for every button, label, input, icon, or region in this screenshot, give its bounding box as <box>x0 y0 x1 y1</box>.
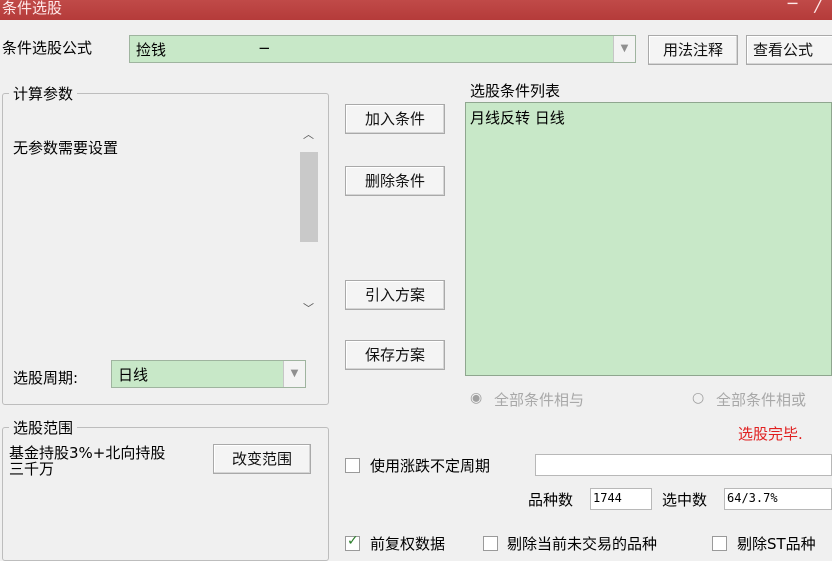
exclude-st-label: 剔除ST品种 <box>737 535 816 553</box>
usage-notes-button[interactable]: 用法注释 <box>648 35 738 65</box>
view-formula-button[interactable]: 查看公式 <box>746 35 832 65</box>
chevron-up-icon[interactable]: ︿ <box>303 126 314 142</box>
period-combo[interactable]: 日线 ▼ <box>111 360 306 388</box>
period-label: 选股周期: <box>13 369 79 387</box>
radio-and-label: 全部条件相与 <box>494 391 585 409</box>
title-bar[interactable]: 条件选股 ─ ╱ <box>0 0 832 20</box>
list-item[interactable]: 月线反转 日线 <box>470 107 565 128</box>
pre-adjust-checkbox[interactable]: ✓ <box>345 533 360 551</box>
variable-period-field[interactable] <box>535 454 832 476</box>
radio-or-label: 全部条件相或 <box>716 391 807 409</box>
conditions-list[interactable]: 月线反转 日线 <box>465 102 832 376</box>
formula-combo[interactable]: 捡钱 − ▼ <box>129 35 636 63</box>
scope-line-2: 三千万 <box>9 460 55 478</box>
params-message: 无参数需要设置 <box>13 139 119 157</box>
scope-line-1: 基金持股3%+北向持股 <box>9 444 166 462</box>
variable-period-checkbox[interactable] <box>345 458 360 473</box>
pre-adjust-label: 前复权数据 <box>370 535 446 553</box>
params-scrollbar[interactable]: ︿ ﹀ <box>298 122 320 322</box>
params-group: 计算参数 无参数需要设置 ︿ ﹀ 选股周期: 日线 ▼ <box>2 83 329 405</box>
add-condition-button[interactable]: 加入条件 <box>345 104 445 134</box>
save-plan-button[interactable]: 保存方案 <box>345 340 445 370</box>
chevron-down-icon[interactable]: ▼ <box>283 361 305 387</box>
chevron-down-icon[interactable]: ﹀ <box>303 300 314 316</box>
scope-legend: 选股范围 <box>9 417 78 438</box>
status-text: 选股完毕. <box>738 425 803 443</box>
period-value: 日线 <box>118 366 149 384</box>
scope-group: 选股范围 基金持股3%+北向持股 三千万 改变范围 <box>2 417 329 561</box>
exclude-untraded-checkbox[interactable] <box>483 536 498 551</box>
scroll-thumb[interactable] <box>300 152 318 242</box>
chevron-down-icon[interactable]: ▼ <box>613 36 635 62</box>
import-plan-button[interactable]: 引入方案 <box>345 280 445 310</box>
radio-and-icon[interactable]: ◉ <box>470 390 482 406</box>
formula-label: 条件选股公式 <box>2 39 93 57</box>
checkmark-icon: ✓ <box>347 533 359 549</box>
selected-label: 选中数 <box>662 491 708 509</box>
formula-value-suffix: − <box>258 39 271 57</box>
conditions-label: 选股条件列表 <box>470 82 561 100</box>
formula-value: 捡钱 <box>136 41 167 59</box>
params-legend: 计算参数 <box>9 83 78 104</box>
count-field: 1744 <box>590 488 652 510</box>
window-title: 条件选股 <box>2 0 63 17</box>
exclude-untraded-label: 剔除当前未交易的品种 <box>507 535 658 553</box>
count-label: 品种数 <box>528 491 574 509</box>
variable-period-label: 使用涨跌不定周期 <box>370 457 491 475</box>
change-scope-button[interactable]: 改变范围 <box>213 444 311 474</box>
exclude-st-checkbox[interactable] <box>712 536 727 551</box>
window-controls[interactable]: ─ ╱ <box>788 0 830 13</box>
selected-field: 64/3.7% <box>724 488 832 510</box>
radio-or-icon[interactable]: ○ <box>692 390 704 406</box>
delete-condition-button[interactable]: 删除条件 <box>345 166 445 196</box>
